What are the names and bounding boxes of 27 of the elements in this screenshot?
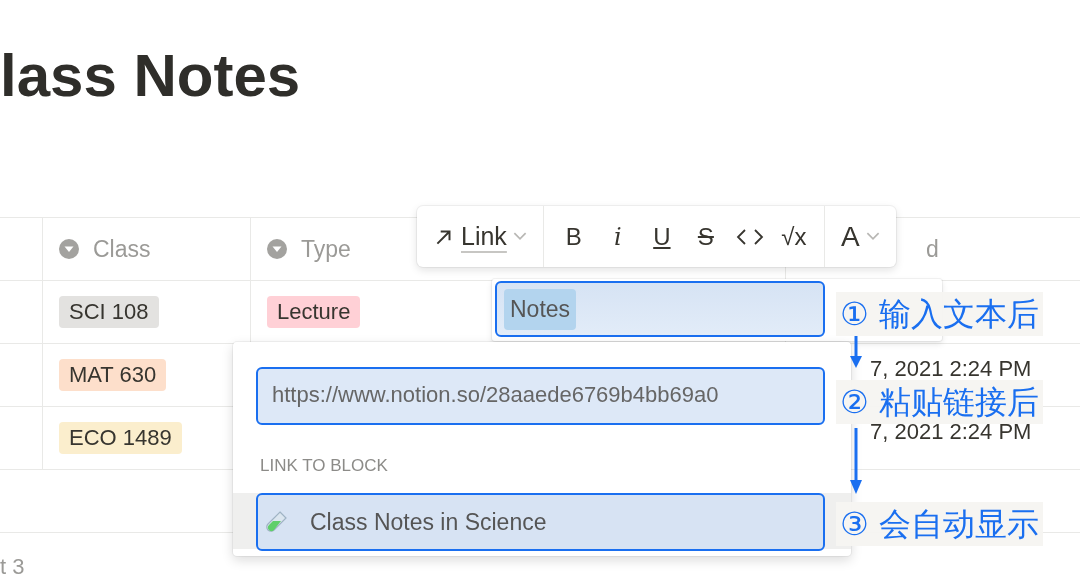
count-text: t 3 xyxy=(0,554,25,580)
arrow-down-icon xyxy=(849,336,863,368)
chevron-down-icon xyxy=(512,232,527,241)
chevron-down-icon xyxy=(865,232,880,241)
block-link-item[interactable]: Class Notes in Science xyxy=(256,493,825,551)
underline-button[interactable]: U xyxy=(641,216,682,257)
math-button[interactable]: √x xyxy=(773,216,814,257)
section-label: LINK TO BLOCK xyxy=(260,456,388,476)
link-button[interactable]: Link xyxy=(429,216,531,257)
class-tag: ECO 1489 xyxy=(59,422,182,454)
page-title: lass Notes xyxy=(0,41,302,111)
italic-button[interactable]: i xyxy=(597,216,638,257)
bold-button[interactable]: B xyxy=(553,216,594,257)
url-input-field[interactable]: https://www.notion.so/28aaede6769b4bb69a0 xyxy=(256,367,825,425)
annotation-label: ① 输入文本后 xyxy=(836,292,1043,336)
code-icon xyxy=(734,226,765,247)
annotation-label: ② 粘贴链接后 xyxy=(836,380,1043,424)
text-color-button[interactable]: A xyxy=(836,216,884,257)
strike-button[interactable]: S xyxy=(685,216,726,257)
test-tube-icon xyxy=(264,510,288,534)
type-tag: Lecture xyxy=(267,296,361,328)
annotation-label: ③ 会自动显示 xyxy=(836,502,1043,546)
class-tag: SCI 108 xyxy=(59,296,159,328)
arrow-down-icon xyxy=(849,428,863,494)
date-text: 7, 2021 2:24 PM xyxy=(870,356,1032,382)
text-input-field[interactable]: Notes xyxy=(495,281,825,337)
class-tag: MAT 630 xyxy=(59,359,167,391)
